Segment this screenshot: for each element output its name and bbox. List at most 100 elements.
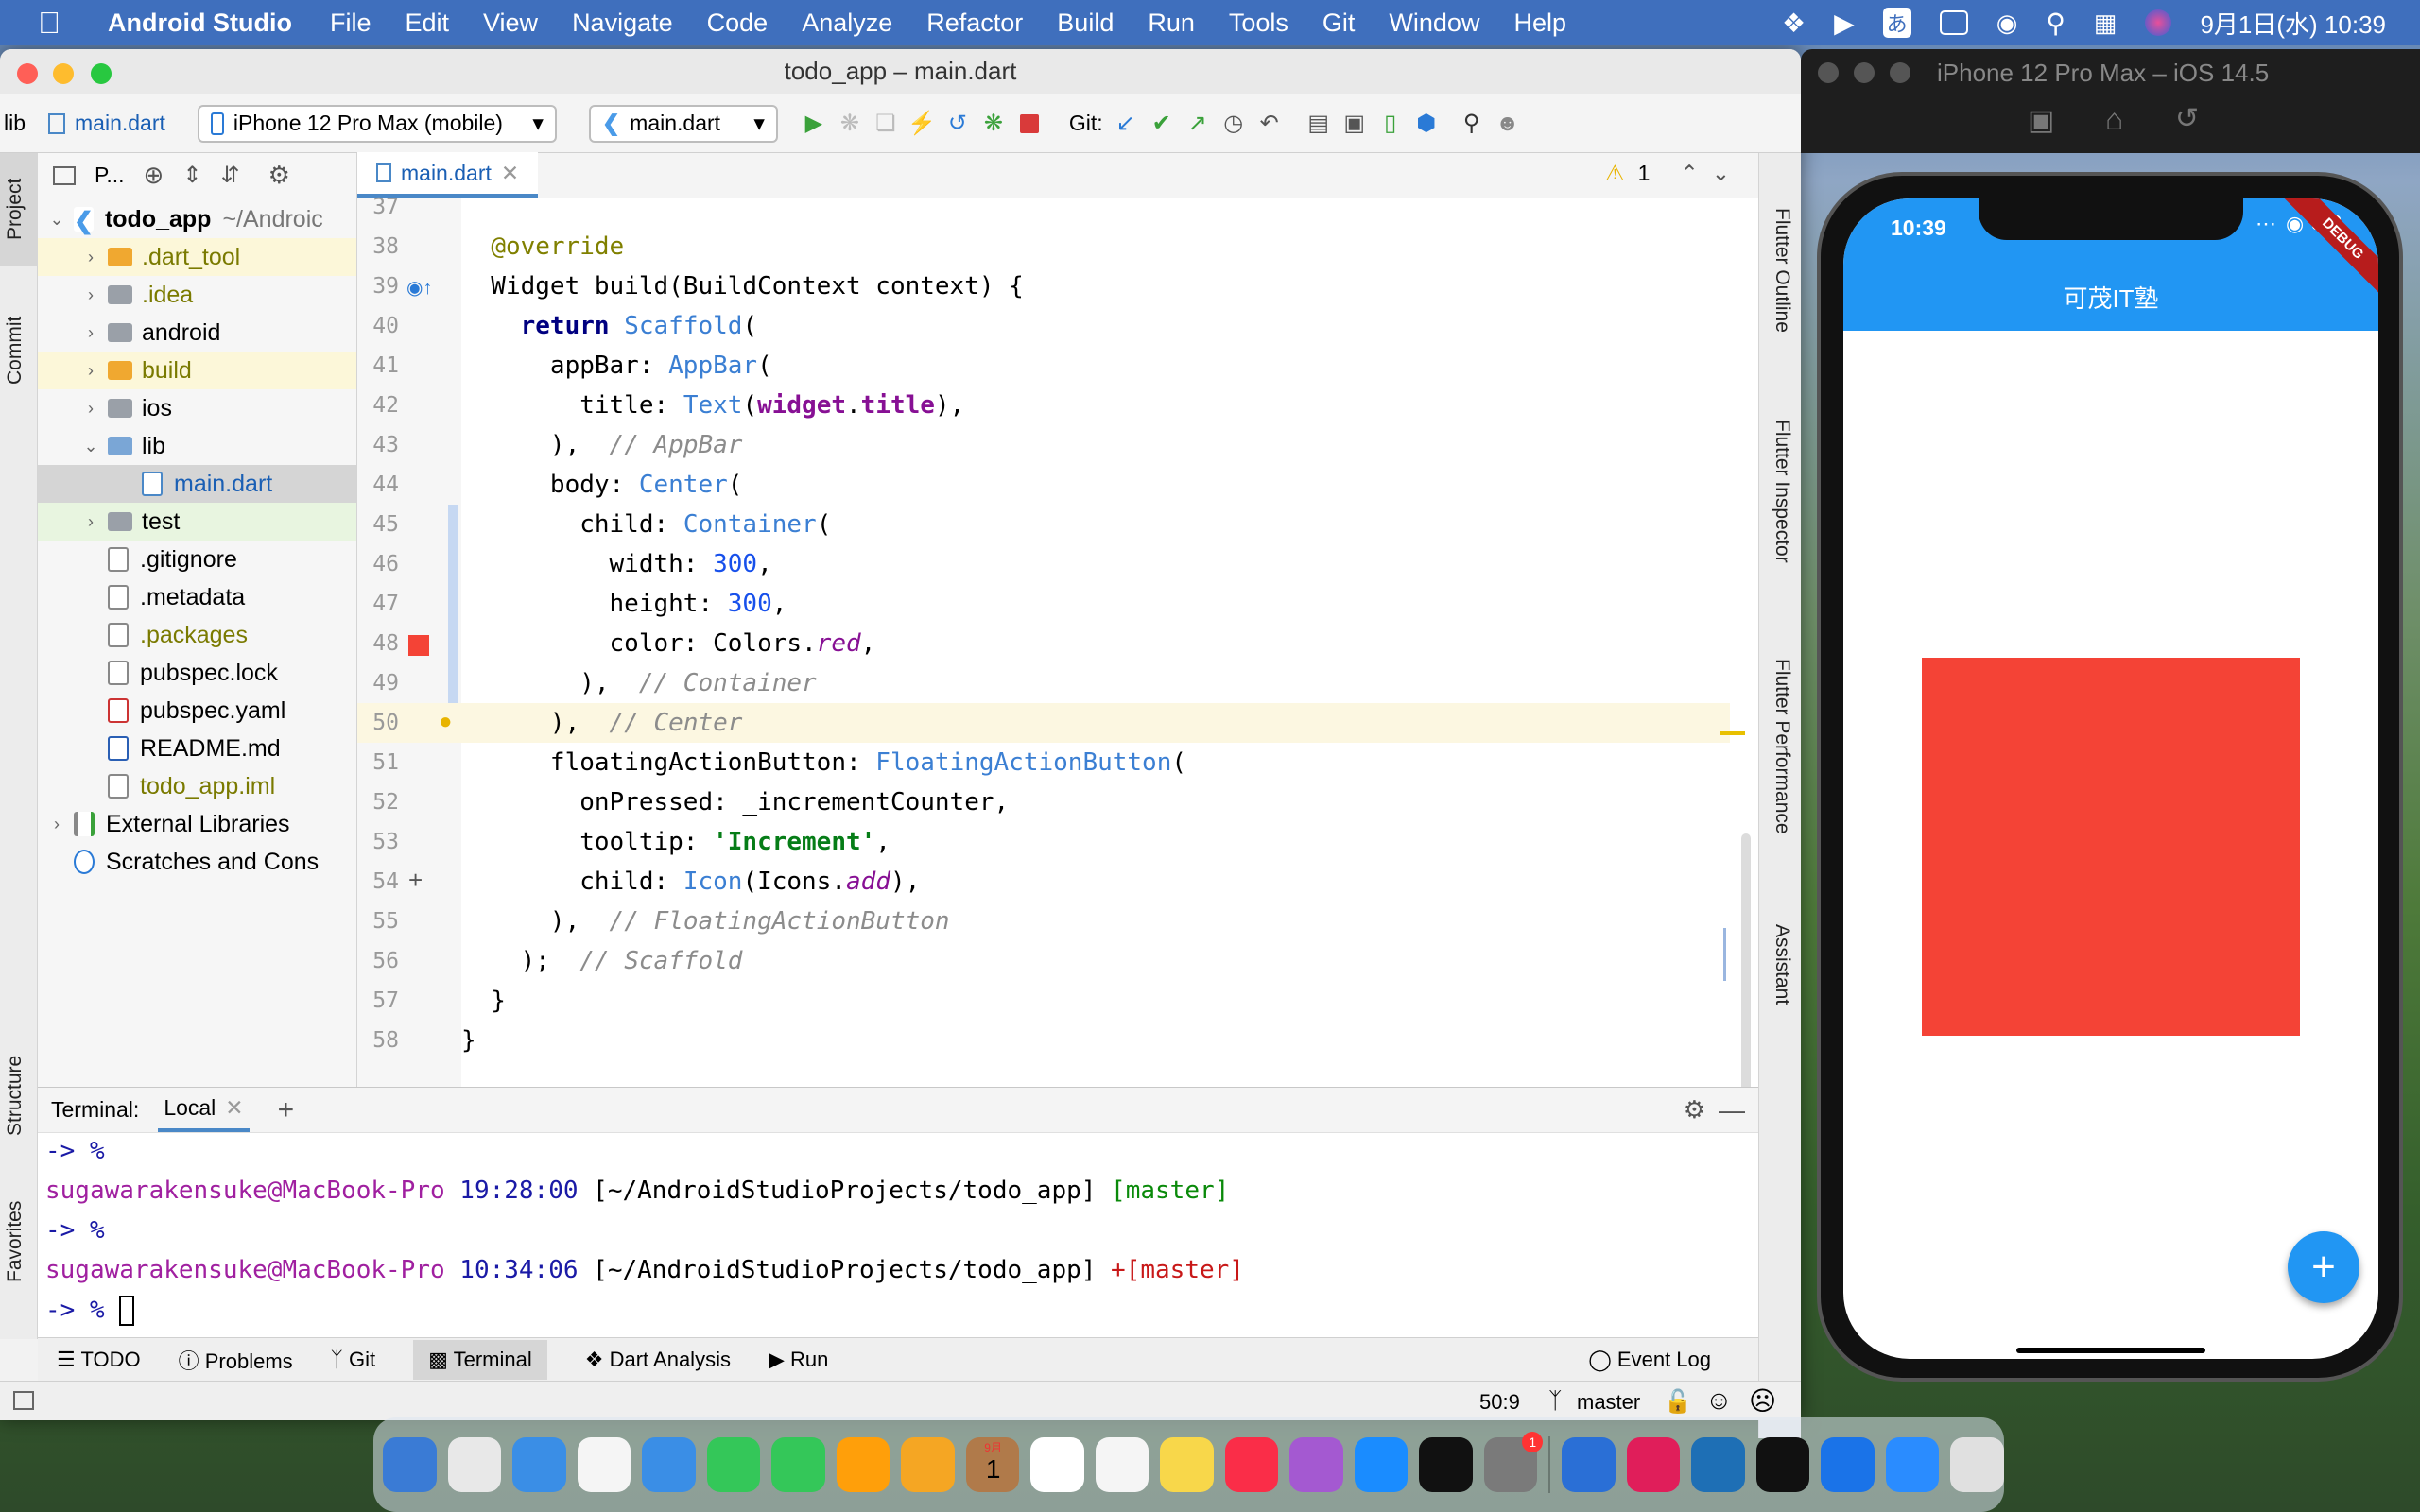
- chevron-right-icon[interactable]: ›: [79, 285, 102, 305]
- code-line[interactable]: appBar: AppBar(: [461, 352, 772, 380]
- git-push-icon[interactable]: ↗: [1184, 111, 1211, 137]
- dock-app-icon[interactable]: [642, 1437, 696, 1492]
- dock-app-icon[interactable]: [1419, 1437, 1473, 1492]
- chevron-right-icon[interactable]: ›: [79, 248, 102, 267]
- code-line[interactable]: ), // Center: [461, 709, 743, 737]
- code-line[interactable]: title: Text(widget.title),: [461, 391, 964, 420]
- dock-app-icon[interactable]: [901, 1437, 955, 1492]
- lock-icon[interactable]: 🔓: [1664, 1388, 1692, 1416]
- chevron-right-icon[interactable]: ›: [79, 399, 102, 419]
- flutter-devtools-icon[interactable]: ❋: [980, 111, 1007, 137]
- git-history-icon[interactable]: ◷: [1220, 111, 1247, 137]
- tree-item[interactable]: pubspec.yaml: [38, 692, 356, 730]
- dock-app-icon[interactable]: [383, 1437, 437, 1492]
- minimize-window-button[interactable]: [1854, 62, 1875, 83]
- code-line[interactable]: Widget build(BuildContext context) {: [461, 272, 1024, 301]
- attach-debugger-icon[interactable]: ❏: [873, 111, 899, 137]
- git-update-icon[interactable]: ↙: [1113, 111, 1139, 137]
- apple-icon[interactable]: : [38, 6, 83, 41]
- tree-item[interactable]: todo_app.iml: [38, 767, 356, 805]
- assistant-tool-tab[interactable]: Assistant: [1771, 924, 1793, 1005]
- tree-item[interactable]: › External Libraries: [38, 805, 356, 843]
- editor-tab-main-dart[interactable]: main.dart ✕: [357, 152, 539, 198]
- chevron-down-icon[interactable]: ⌄: [45, 210, 68, 230]
- chevron-right-icon[interactable]: ›: [45, 815, 68, 834]
- previous-highlight-icon[interactable]: ⌃: [1680, 161, 1698, 186]
- structure-tool-tab[interactable]: Structure: [4, 1056, 26, 1136]
- dock-app-icon[interactable]: 9月 1: [965, 1437, 1020, 1492]
- hot-restart-icon[interactable]: ↺: [944, 111, 971, 137]
- flutter-outline-tool-tab[interactable]: Flutter Outline: [1771, 208, 1793, 333]
- menu-window[interactable]: Window: [1389, 9, 1479, 38]
- menu-help[interactable]: Help: [1513, 9, 1566, 38]
- input-method-icon[interactable]: あ: [1882, 8, 1911, 38]
- tree-item[interactable]: ⌄ ❮ todo_app ~/Androic: [38, 200, 356, 238]
- code-line[interactable]: }: [461, 1026, 476, 1055]
- warning-stripe-marker[interactable]: [1720, 731, 1745, 735]
- flutter-inspector-tool-tab[interactable]: Flutter Inspector: [1771, 420, 1793, 563]
- next-highlight-icon[interactable]: ⌄: [1712, 161, 1730, 186]
- code-line[interactable]: color: Colors.red,: [461, 629, 876, 658]
- code-line[interactable]: ), // Container: [461, 669, 816, 697]
- menu-code[interactable]: Code: [707, 9, 769, 38]
- rotate-icon[interactable]: ↺: [2175, 102, 2199, 135]
- editor-scrollbar[interactable]: [1741, 833, 1751, 1117]
- frown-feedback-icon[interactable]: ☹: [1749, 1385, 1776, 1417]
- expand-all-icon[interactable]: ⇕: [182, 162, 201, 189]
- menu-app-name[interactable]: Android Studio: [108, 9, 292, 38]
- tree-item[interactable]: › android: [38, 314, 356, 352]
- siri-icon[interactable]: [2145, 9, 2172, 36]
- tree-item[interactable]: Scratches and Cons: [38, 843, 356, 881]
- search-icon[interactable]: ⚲: [1459, 111, 1485, 137]
- home-icon[interactable]: ⌂: [2105, 102, 2123, 137]
- code-line[interactable]: ); // Scaffold: [461, 947, 743, 975]
- project-tool-tab[interactable]: Project: [4, 179, 26, 240]
- menu-view[interactable]: View: [483, 9, 538, 38]
- code-line[interactable]: width: 300,: [461, 550, 772, 578]
- spotlight-search-icon[interactable]: ⚲: [2046, 8, 2066, 39]
- dock-app-icon[interactable]: 1: [1483, 1432, 1544, 1492]
- toolwindow-dart-analysis[interactable]: ❖ Dart Analysis: [585, 1348, 731, 1372]
- play-circle-icon[interactable]: ▶: [1834, 8, 1855, 39]
- close-window-button[interactable]: [17, 63, 38, 84]
- dock-app-icon[interactable]: [771, 1437, 825, 1492]
- tree-item[interactable]: README.md: [38, 730, 356, 767]
- chevron-right-icon[interactable]: ›: [79, 361, 102, 381]
- toggle-tool-windows-icon[interactable]: [13, 1391, 34, 1410]
- toolwindow-todo[interactable]: ☰ TODO: [57, 1348, 141, 1372]
- run-icon[interactable]: ▶: [801, 111, 827, 137]
- code-line[interactable]: ), // AppBar: [461, 431, 743, 459]
- control-center-icon[interactable]: ▦: [2094, 9, 2118, 38]
- menubar-clock[interactable]: 9月1日(水) 10:39: [2200, 6, 2386, 41]
- menu-navigate[interactable]: Navigate: [572, 9, 673, 38]
- maximize-window-button[interactable]: [1890, 62, 1910, 83]
- dock-app-icon[interactable]: [577, 1437, 631, 1492]
- code-area[interactable]: @override Widget build(BuildContext cont…: [461, 198, 1730, 1136]
- change-marker[interactable]: [448, 505, 458, 703]
- event-log[interactable]: ◯ Event Log: [1588, 1348, 1711, 1372]
- gear-icon[interactable]: ⚙: [1684, 1095, 1705, 1125]
- code-line[interactable]: child: Icon(Icons.add),: [461, 868, 920, 896]
- minimize-window-button[interactable]: [53, 63, 74, 84]
- dock-app-icon[interactable]: [1224, 1437, 1279, 1492]
- maximize-window-button[interactable]: [91, 63, 112, 84]
- dock-app-icon[interactable]: [447, 1437, 502, 1492]
- flutter-performance-tool-tab[interactable]: Flutter Performance: [1771, 659, 1793, 834]
- floating-action-button[interactable]: +: [2288, 1231, 2360, 1303]
- intention-bulb-icon[interactable]: ●: [439, 709, 453, 735]
- code-line[interactable]: return Scaffold(: [461, 312, 757, 340]
- menu-analyze[interactable]: Analyze: [802, 9, 892, 38]
- toolwindow-terminal[interactable]: ▩ Terminal: [413, 1339, 547, 1380]
- dock-app-icon[interactable]: [1626, 1437, 1681, 1492]
- tree-item[interactable]: › test: [38, 503, 356, 541]
- menu-tools[interactable]: Tools: [1229, 9, 1288, 38]
- warning-icon[interactable]: ⚠: [1605, 161, 1625, 186]
- terminal-tab-local[interactable]: Local ✕: [158, 1088, 250, 1132]
- tree-item[interactable]: main.dart: [38, 465, 356, 503]
- device-manager-icon[interactable]: ▯: [1377, 111, 1404, 137]
- sdk-manager-icon[interactable]: ⬢: [1413, 111, 1440, 137]
- close-window-button[interactable]: [1818, 62, 1839, 83]
- code-line[interactable]: child: Container(: [461, 510, 831, 539]
- tree-item[interactable]: › .dart_tool: [38, 238, 356, 276]
- locate-file-icon[interactable]: ⊕: [144, 161, 164, 190]
